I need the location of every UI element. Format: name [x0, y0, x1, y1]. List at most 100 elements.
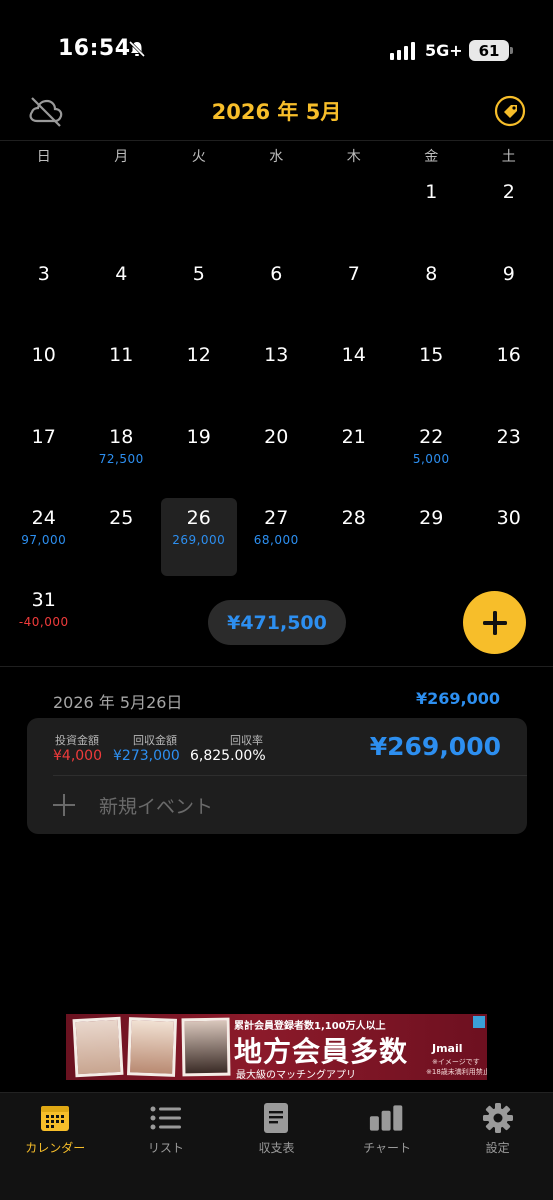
add-event-button[interactable]: [463, 591, 526, 654]
day-number: 16: [496, 344, 521, 366]
day-number: 7: [347, 262, 360, 285]
calendar-day[interactable]: 15: [393, 333, 471, 415]
event-card[interactable]: 投資金額 ¥4,000 回収金額 ¥273,000 回収率 6,825.00% …: [27, 718, 527, 834]
calendar-day[interactable]: 25: [83, 496, 161, 578]
ad-note: ※18歳未満利用禁止: [426, 1068, 487, 1076]
calendar-day[interactable]: 4: [83, 252, 161, 334]
ad-subtext: 最大級のマッチングアプリ: [236, 1070, 356, 1080]
calendar-day[interactable]: 30: [470, 496, 548, 578]
tab-label: 収支表: [258, 1141, 295, 1155]
header-divider: [0, 140, 553, 141]
gear-icon: [480, 1101, 516, 1135]
calendar-day[interactable]: 5: [160, 252, 238, 334]
day-number: 14: [341, 344, 366, 366]
day-number: 3: [37, 262, 50, 285]
calendar-day[interactable]: 21: [315, 415, 393, 497]
list-icon: [148, 1101, 184, 1135]
selected-date: 2026 年 5月26日: [53, 693, 183, 712]
day-number: 18: [109, 425, 134, 448]
calendar-day[interactable]: 31 -40,000: [5, 578, 83, 660]
tab-label: カレンダー: [25, 1141, 86, 1155]
ad-banner[interactable]: 累計会員登録者数1,100万人以上 地方会員多数 最大級のマッチングアプリ Jm…: [66, 1014, 487, 1080]
invest-label: 投資金額: [55, 734, 99, 747]
calendar-day[interactable]: 7: [315, 252, 393, 334]
calendar-day[interactable]: 12: [160, 333, 238, 415]
calendar-day[interactable]: 1: [393, 170, 471, 252]
calendar-empty-cell: [315, 170, 393, 252]
card-divider: [53, 775, 527, 776]
weekday-label: 金: [424, 149, 439, 165]
ad-brand: Jmail: [432, 1042, 463, 1055]
ad-photo: [181, 1017, 231, 1077]
weekday-label: 水: [269, 149, 284, 165]
month-title[interactable]: 2026 年 5月: [0, 96, 553, 126]
weekday-label: 日: [36, 149, 51, 165]
new-event-label: 新規イベント: [99, 795, 214, 818]
tab-list[interactable]: リスト: [111, 1093, 222, 1200]
return-value: ¥273,000: [113, 748, 180, 764]
day-amount: 5,000: [412, 451, 450, 466]
signal-icon: [390, 40, 415, 60]
calendar-day[interactable]: 22 5,000: [393, 415, 471, 497]
calendar-day[interactable]: 26 269,000: [161, 498, 237, 576]
calendar-day[interactable]: 27 68,000: [238, 496, 316, 578]
day-number: 12: [186, 344, 211, 366]
tab-balance-sheet[interactable]: 収支表: [221, 1093, 332, 1200]
profit-value: ¥269,000: [369, 732, 501, 761]
calendar-divider: [0, 666, 553, 667]
day-amount: 72,500: [98, 451, 144, 466]
calendar-day[interactable]: 23: [470, 415, 548, 497]
ad-info-icon[interactable]: [473, 1016, 485, 1028]
new-event-button[interactable]: 新規イベント: [53, 788, 213, 822]
return-label: 回収金額: [133, 734, 177, 747]
day-number: 19: [186, 425, 211, 448]
weekday-label: 火: [191, 149, 206, 165]
calendar-day[interactable]: 14: [315, 333, 393, 415]
weekday-row: 日 月 火 水 木 金 土: [5, 146, 548, 166]
battery-icon: 61: [469, 40, 513, 61]
calendar-day[interactable]: 8: [393, 252, 471, 334]
calendar-empty-cell: [5, 170, 83, 252]
calendar-day[interactable]: 16: [470, 333, 548, 415]
day-amount: 269,000: [172, 533, 226, 547]
day-number: 28: [341, 507, 366, 529]
calendar-day[interactable]: 13: [238, 333, 316, 415]
calendar-day[interactable]: 24 97,000: [5, 496, 83, 578]
calendar-day[interactable]: 10: [5, 333, 83, 415]
calendar-day[interactable]: 19: [160, 415, 238, 497]
calendar-day[interactable]: 3: [5, 252, 83, 334]
tab-settings[interactable]: 設定: [442, 1093, 553, 1200]
day-number: 27: [264, 507, 289, 529]
calendar-day[interactable]: 6: [238, 252, 316, 334]
calendar-day[interactable]: 29: [393, 496, 471, 578]
day-number: 1: [425, 181, 438, 203]
day-amount: -40,000: [18, 614, 69, 629]
calendar-day[interactable]: 18 72,500: [83, 415, 161, 497]
ad-note: ※イメージです: [432, 1058, 480, 1066]
calendar-day[interactable]: 9: [470, 252, 548, 334]
day-number: 30: [496, 507, 521, 529]
day-number: 8: [425, 262, 438, 285]
day-number: 26: [186, 507, 211, 529]
weekday-label: 月: [114, 149, 129, 165]
calendar-icon: [37, 1101, 73, 1135]
day-number: 9: [502, 262, 515, 285]
weekday-label: 木: [346, 149, 361, 165]
plus-icon: [482, 610, 507, 635]
tag-icon[interactable]: [494, 95, 526, 127]
calendar-day[interactable]: 11: [83, 333, 161, 415]
bar-chart-icon: [369, 1101, 405, 1135]
status-bar: 16:54 5G+ 61: [0, 0, 553, 100]
day-number: 4: [115, 262, 128, 285]
calendar-day[interactable]: 28: [315, 496, 393, 578]
tab-calendar[interactable]: カレンダー: [0, 1093, 111, 1200]
day-number: 11: [109, 344, 134, 366]
calendar-day[interactable]: 2: [470, 170, 548, 252]
network-type: 5G+: [425, 41, 463, 60]
calendar-day[interactable]: 17: [5, 415, 83, 497]
calendar-day[interactable]: 20: [238, 415, 316, 497]
day-number: 13: [264, 344, 289, 366]
ad-main-text: 地方会員多数: [234, 1035, 409, 1068]
tab-chart[interactable]: チャート: [332, 1093, 443, 1200]
tab-label: リスト: [147, 1141, 184, 1155]
